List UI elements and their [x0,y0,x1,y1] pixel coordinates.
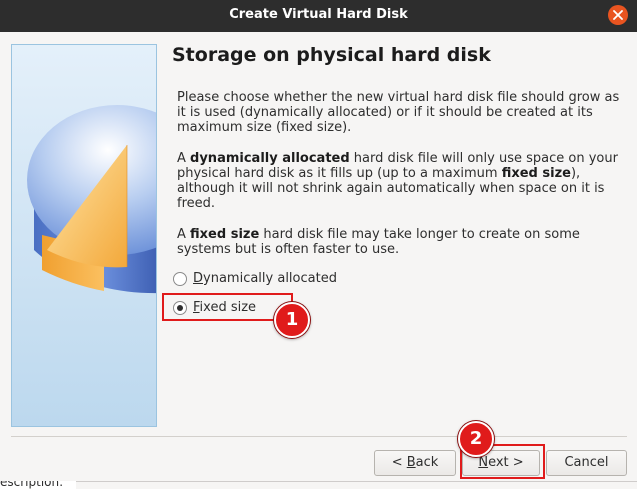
back-button[interactable]: < Back [374,450,456,476]
cancel-button[interactable]: Cancel [546,450,627,476]
radio-button-unchecked[interactable] [173,272,187,286]
dialog-window: Create Virtual Hard Disk Storage on phys… [0,0,637,489]
background-label-fragment: escription: [0,481,64,489]
fixed-explanation-paragraph: A fixed size hard disk file may take lon… [177,227,580,257]
button-separator [11,436,627,437]
description-paragraph: Please choose whether the new virtual ha… [177,90,620,135]
wizard-side-image [11,44,157,427]
background-window-fragment: escription: [0,481,76,489]
radio-label-dynamic: Dynamically allocated [193,271,337,286]
step-badge-1: 1 [274,302,310,338]
background-window-edge [76,481,637,489]
dynamic-explanation-paragraph: A dynamically allocated hard disk file w… [177,151,618,211]
title-bar: Create Virtual Hard Disk [0,0,637,32]
close-button[interactable] [608,5,628,25]
page-title: Storage on physical hard disk [172,44,491,66]
hard-disk-pie-icon [12,45,156,426]
window-title: Create Virtual Hard Disk [229,7,408,22]
step-badge-2: 2 [458,421,494,457]
close-icon [613,10,623,20]
